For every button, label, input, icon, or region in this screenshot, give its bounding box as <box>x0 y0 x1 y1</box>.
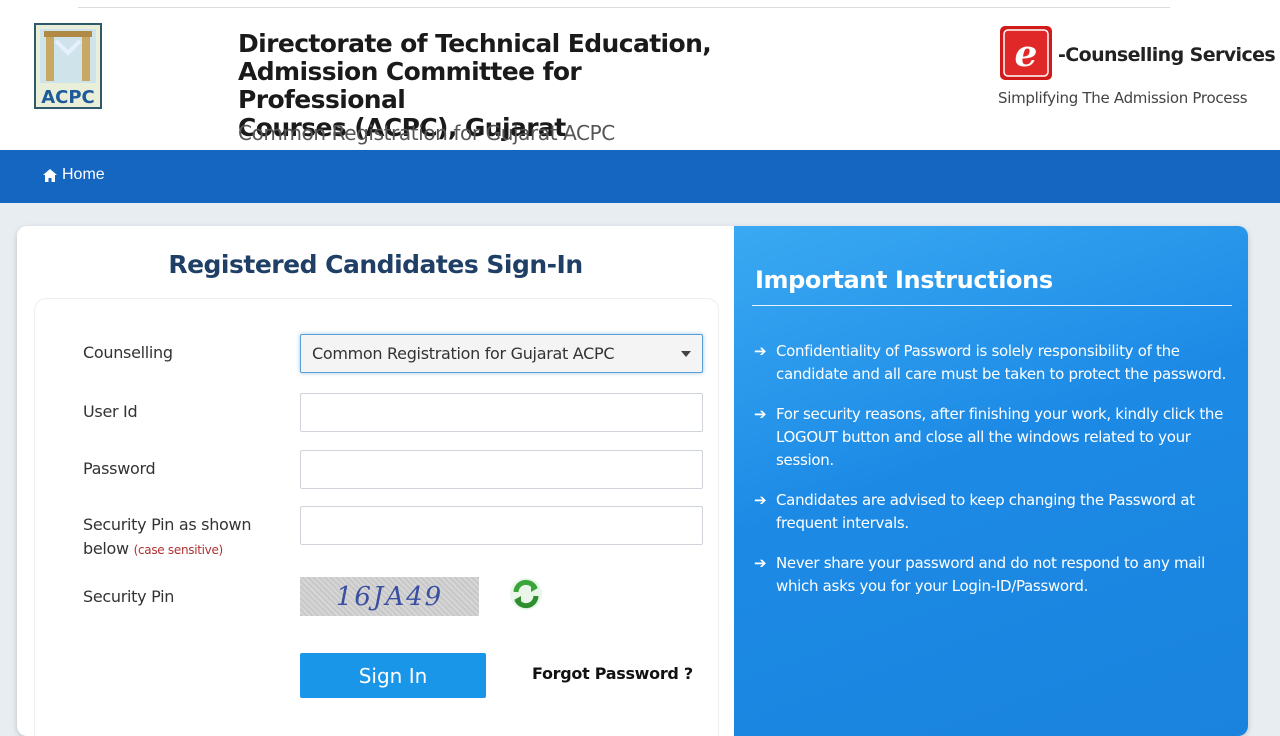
instructions-divider <box>752 305 1232 306</box>
sign-in-button[interactable]: Sign In <box>300 653 486 698</box>
instruction-text: Candidates are advised to keep changing … <box>776 491 1195 532</box>
instruction-text: Confidentiality of Password is solely re… <box>776 342 1227 383</box>
instructions-list: ➔ Confidentiality of Password is solely r… <box>754 340 1234 615</box>
instruction-item: ➔ Confidentiality of Password is solely r… <box>754 340 1234 386</box>
org-title-line: Admission Committee for Professional <box>238 57 582 114</box>
counselling-label: Counselling <box>83 343 173 362</box>
instructions-title: Important Instructions <box>755 266 1053 294</box>
login-card: Registered Candidates Sign-In Counsellin… <box>17 226 1248 736</box>
org-title-line: Directorate of Technical Education, <box>238 29 712 58</box>
instruction-item: ➔ For security reasons, after finishing y… <box>754 403 1234 472</box>
instruction-text: Never share your password and do not res… <box>776 554 1205 595</box>
counselling-select-value: Common Registration for Gujarat ACPC <box>312 344 615 363</box>
arrow-right-icon: ➔ <box>754 491 767 509</box>
instruction-text: For security reasons, after finishing yo… <box>776 405 1224 469</box>
captcha-text: 16JA49 <box>335 581 444 612</box>
arrow-right-icon: ➔ <box>754 342 767 360</box>
counselling-select[interactable]: Common Registration for Gujarat ACPC <box>300 334 703 373</box>
password-label: Password <box>83 459 156 478</box>
refresh-icon[interactable] <box>509 577 543 611</box>
userid-input[interactable] <box>300 393 703 432</box>
signin-title: Registered Candidates Sign-In <box>168 250 583 279</box>
instructions-panel: Important Instructions ➔ Confidentiality … <box>734 226 1248 736</box>
security-pin-input[interactable] <box>300 506 703 545</box>
acpc-logo-text: ACPC <box>41 87 95 108</box>
instruction-item: ➔ Candidates are advised to keep changing… <box>754 489 1234 535</box>
ecounselling-title: -Counselling Services <box>1058 44 1276 66</box>
captcha-label: Security Pin <box>83 587 175 606</box>
forgot-password-link[interactable]: Forgot Password ? <box>532 664 693 683</box>
password-input[interactable] <box>300 450 703 489</box>
chevron-down-icon <box>681 351 691 357</box>
org-subtitle: Common Registration for Gujarat ACPC <box>238 121 615 145</box>
instruction-item: ➔ Never share your password and do not re… <box>754 552 1234 598</box>
home-icon <box>43 168 57 182</box>
security-pin-entry-label: Security Pin as shown below (case sensit… <box>83 513 253 562</box>
nav-home-link[interactable]: Home <box>43 166 105 184</box>
nav-home-label: Home <box>62 166 105 183</box>
captcha-image: 16JA49 <box>300 577 479 616</box>
ecounselling-logo-letter: e <box>1015 33 1038 75</box>
arrow-right-icon: ➔ <box>754 405 767 423</box>
arrow-right-icon: ➔ <box>754 554 767 572</box>
ecounselling-tagline: Simplifying The Admission Process <box>998 89 1248 107</box>
acpc-logo: ACPC <box>34 23 102 109</box>
ecounselling-logo-icon: e <box>1000 26 1052 80</box>
userid-label: User Id <box>83 402 138 421</box>
top-divider <box>78 7 1170 8</box>
signin-form: Counselling Common Registration for Guja… <box>34 298 719 736</box>
case-sensitive-note: (case sensitive) <box>133 543 224 557</box>
top-navbar: Home <box>0 150 1280 203</box>
site-header: ACPC Directorate of Technical Education,… <box>0 0 1280 150</box>
